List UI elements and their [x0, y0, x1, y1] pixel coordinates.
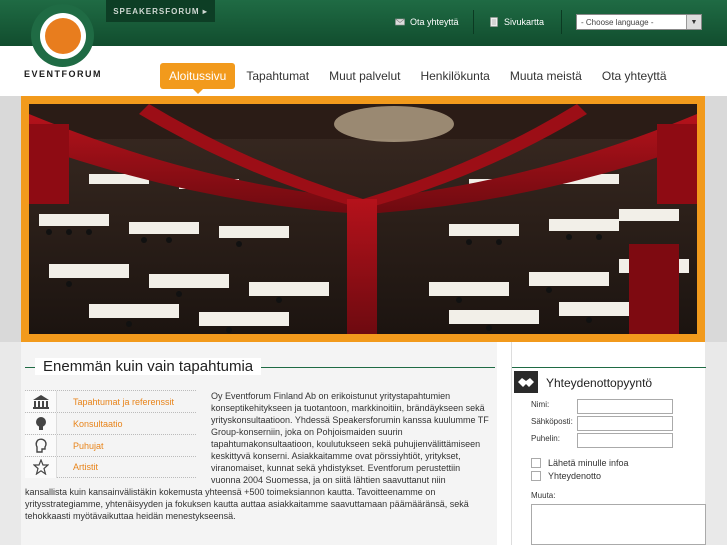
star-icon — [32, 459, 49, 475]
top-bar: SPEAKERSFORUM ▸ Ota yhteyttä Sivukartta … — [0, 0, 727, 46]
submenu-label: Puhujat — [73, 440, 104, 451]
page-title: Enemmän kuin vain tapahtumia — [35, 358, 262, 375]
nav-item-henkilokunta[interactable]: Henkilökunta — [411, 63, 498, 89]
submenu: Tapahtumat ja referenssit Konsultaatio P… — [25, 390, 196, 478]
logo-core — [44, 17, 81, 54]
contact-link[interactable]: Ota yhteyttä — [395, 12, 459, 32]
divider — [561, 10, 562, 34]
submenu-item-puhujat[interactable]: Puhujat — [25, 434, 196, 456]
title-divider — [512, 367, 706, 368]
submenu-item-tapahtumat[interactable]: Tapahtumat ja referenssit — [25, 390, 196, 412]
institution-icon — [32, 394, 49, 409]
name-field[interactable] — [577, 399, 673, 414]
hero-banner — [21, 96, 705, 342]
nav-item-aloitussivu[interactable]: Aloitussivu — [160, 63, 236, 94]
submenu-item-konsultaatio[interactable]: Konsultaatio — [25, 412, 196, 434]
submenu-label: Tapahtumat ja referenssit — [73, 396, 175, 407]
eventforum-logo[interactable] — [31, 4, 94, 67]
divider — [473, 10, 474, 34]
speaker-head-icon — [35, 438, 47, 453]
form-title: Yhteydenottopyyntö — [546, 376, 653, 390]
sitemap-link-label: Sivukartta — [504, 17, 545, 27]
handshake-icon — [514, 371, 538, 393]
sitemap-icon — [490, 17, 498, 27]
chevron-down-icon: ▼ — [686, 15, 701, 29]
main-column: Enemmän kuin vain tapahtumia Oy Eventfor… — [21, 342, 497, 545]
submenu-label: Konsultaatio — [73, 418, 123, 429]
logo-text: EVENTFORUM — [24, 69, 102, 79]
main-nav: Aloitussivu Tapahtumat Muut palvelut Hen… — [160, 63, 678, 94]
info-checkbox[interactable] — [531, 458, 541, 468]
contact-checkbox-label: Yhteydenotto — [548, 471, 602, 481]
mail-icon — [395, 18, 405, 26]
message-label: Muuta: — [531, 491, 556, 500]
info-checkbox-label: Lähetä minulle infoa — [548, 458, 629, 468]
contact-request-form: Yhteydenottopyyntö Nimi: Sähköposti: Puh… — [511, 342, 706, 545]
lightbulb-icon — [35, 416, 46, 430]
nav-item-muut-palvelut[interactable]: Muut palvelut — [320, 63, 409, 89]
submenu-label: Artistit — [73, 462, 99, 472]
logo-ring — [39, 12, 86, 59]
language-select[interactable]: - Choose language - ▼ — [576, 14, 702, 30]
nav-item-muuta-meista[interactable]: Muuta meistä — [501, 63, 591, 89]
speakersforum-link[interactable]: SPEAKERSFORUM ▸ — [106, 0, 215, 22]
content-area: Enemmän kuin vain tapahtumia Oy Eventfor… — [21, 342, 706, 545]
nav-item-ota-yhteytta[interactable]: Ota yhteyttä — [593, 63, 676, 89]
nav-item-tapahtumat[interactable]: Tapahtumat — [237, 63, 318, 89]
message-textarea[interactable] — [531, 504, 706, 545]
banquet-hall-photo — [29, 104, 697, 334]
email-field[interactable] — [577, 416, 673, 431]
email-label: Sähköposti: — [531, 417, 573, 426]
contact-link-label: Ota yhteyttä — [410, 17, 459, 27]
phone-label: Puhelin: — [531, 434, 560, 443]
sitemap-link[interactable]: Sivukartta — [489, 12, 544, 32]
submenu-item-artistit[interactable]: Artistit — [25, 456, 196, 478]
contact-checkbox[interactable] — [531, 471, 541, 481]
name-label: Nimi: — [531, 400, 550, 409]
language-select-value: - Choose language - — [581, 17, 654, 27]
phone-field[interactable] — [577, 433, 673, 448]
